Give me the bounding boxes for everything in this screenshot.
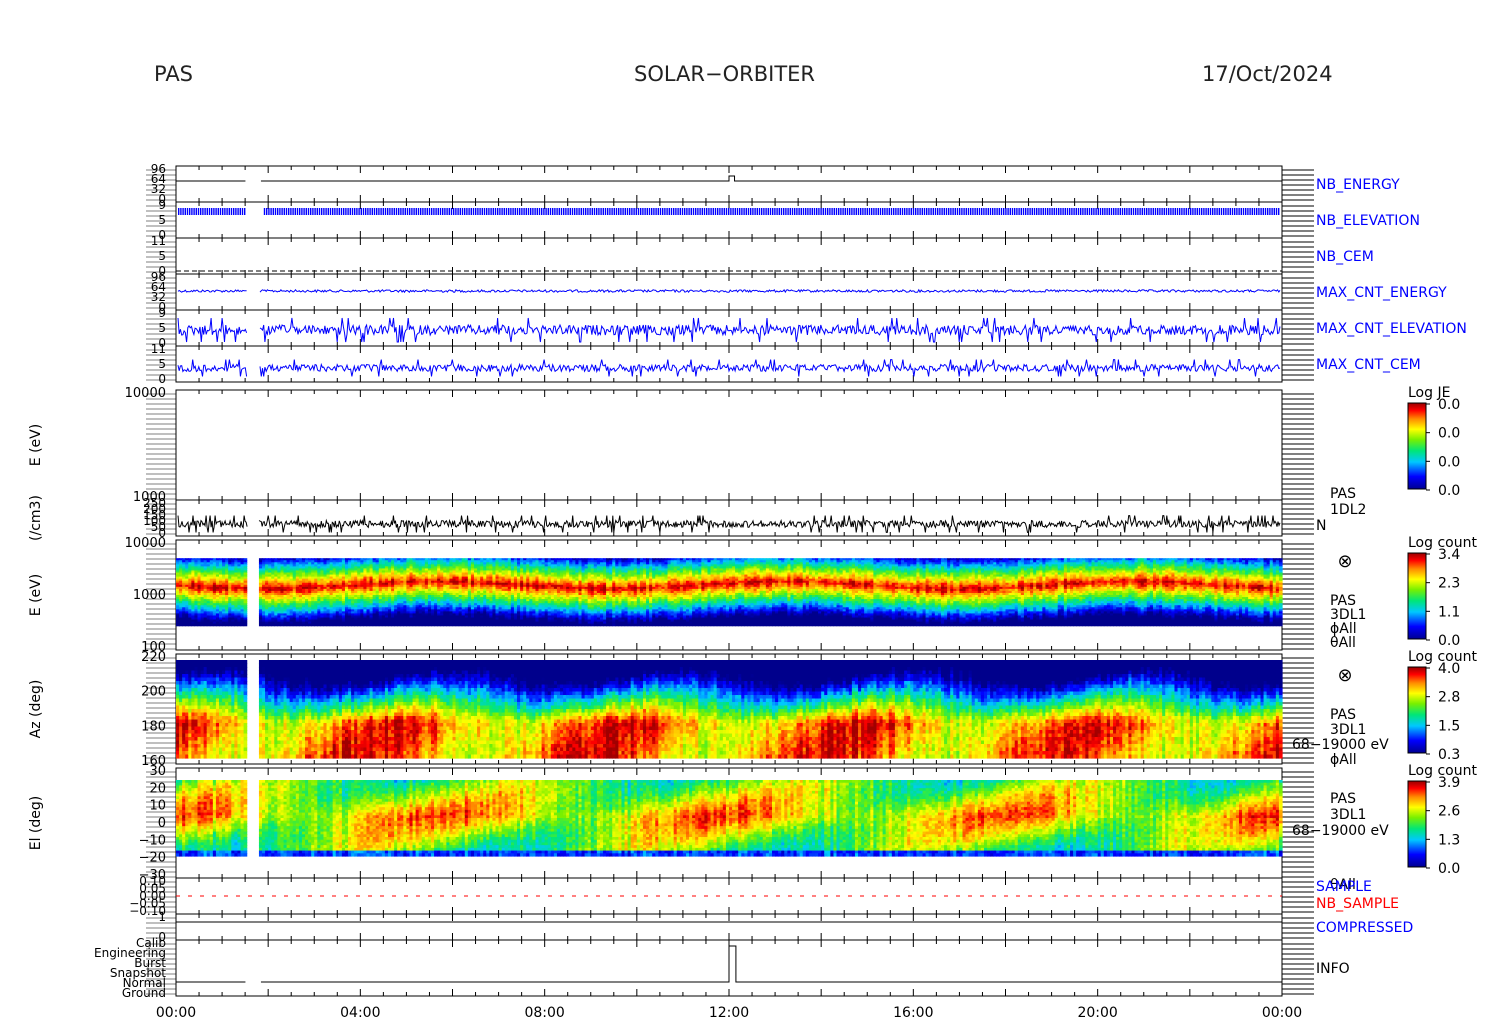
nb-cem-label: NB_CEM xyxy=(1316,249,1374,265)
azimuth-spectrogram-colorbar xyxy=(1408,667,1426,753)
azimuth-spectrogram-side-label: 3DL1 xyxy=(1330,722,1366,738)
info-ytick-label: Ground xyxy=(122,986,166,1000)
energy-spectrogram-side-label: θAll xyxy=(1330,635,1356,651)
x-tick-label: 00:00 xyxy=(1262,1005,1302,1020)
x-tick-label: 20:00 xyxy=(1077,1005,1117,1020)
elevation-spectrogram-ytick-label: −20 xyxy=(139,851,166,866)
max-cnt-elevation-ytick-label: 9 xyxy=(158,306,166,320)
nb-cem-ytick-label: 11 xyxy=(151,234,166,248)
x-tick-label: 04:00 xyxy=(340,1005,380,1020)
max-cnt-energy-trace xyxy=(178,290,1280,292)
max-cnt-cem-trace xyxy=(178,360,1280,377)
elevation-spectrogram-ytick-label: −10 xyxy=(139,833,166,848)
azimuth-spectrogram-side-label: ϕAll xyxy=(1330,752,1357,768)
elevation-spectrogram-colorbar-tick-label: 0.0 xyxy=(1438,861,1460,877)
x-tick-label: 08:00 xyxy=(524,1005,564,1020)
energy-empty-ytick-label: 10000 xyxy=(125,386,166,401)
max-cnt-cem-ytick-label: 0 xyxy=(158,372,166,386)
elevation-spectrogram-cells xyxy=(176,780,1283,857)
nb-elevation-ytick-label: 5 xyxy=(158,213,166,227)
energy-spectrogram-colorbar-tick-label: 3.4 xyxy=(1438,547,1460,563)
elevation-spectrogram-side-label: 68−19000 eV xyxy=(1292,823,1389,839)
elevation-spectrogram-side-label: PAS xyxy=(1330,791,1356,807)
nb-cem-ytick-label: 5 xyxy=(158,249,166,263)
compressed-ytick-label: 1 xyxy=(158,910,166,924)
azimuth-spectrogram-ytick-label: 180 xyxy=(141,719,166,734)
energy-empty-frame xyxy=(176,390,1282,500)
azimuth-spectrogram-ytick-label: 200 xyxy=(141,685,166,700)
elevation-spectrogram-side-label: 3DL1 xyxy=(1330,807,1366,823)
info-line xyxy=(176,946,1282,982)
nb-sample-label: NB_SAMPLE xyxy=(1316,896,1399,912)
compressed-label: COMPRESSED xyxy=(1316,920,1413,936)
azimuth-spectrogram-ytick-label: 220 xyxy=(141,650,166,665)
max-cnt-elevation-trace xyxy=(178,318,1280,342)
energy-empty-colorbar-tick-label: 0.0 xyxy=(1438,397,1460,413)
energy-empty-colorbar xyxy=(1408,403,1426,489)
azimuth-spectrogram-colorbar-tick-label: 2.8 xyxy=(1438,690,1460,706)
azimuth-spectrogram-cells xyxy=(176,660,1283,759)
energy-spectrogram-colorbar-tick-label: 2.3 xyxy=(1438,576,1460,592)
energy-empty-colorbar-tick-label: 0.0 xyxy=(1438,426,1460,442)
max-cnt-cem-label: MAX_CNT_CEM xyxy=(1316,357,1421,373)
azimuth-spectrogram-colorbar-tick-label: 4.0 xyxy=(1438,661,1460,677)
sample-label: SAMPLE xyxy=(1316,879,1372,895)
energy-spectrogram-colorbar xyxy=(1408,553,1426,639)
elevation-spectrogram-colorbar-tick-label: 2.6 xyxy=(1438,804,1460,820)
elevation-spectrogram-colorbar-tick-label: 3.9 xyxy=(1438,775,1460,791)
azimuth-spectrogram-symbol: ⊗ xyxy=(1337,665,1352,686)
elevation-spectrogram-ylabel: El (deg) xyxy=(28,796,44,851)
x-tick-label: 12:00 xyxy=(709,1005,749,1020)
energy-spectrogram-ylabel: E (eV) xyxy=(28,574,44,616)
energy-spectrogram-cells xyxy=(176,558,1283,626)
azimuth-spectrogram-ylabel: Az (deg) xyxy=(28,680,44,739)
density-ylabel: (/cm3) xyxy=(28,495,44,541)
max-cnt-cem-ytick-label: 5 xyxy=(158,357,166,371)
elevation-spectrogram-ytick-label: 30 xyxy=(149,764,166,779)
x-tick-label: 16:00 xyxy=(893,1005,933,1020)
elevation-spectrogram-colorbar-tick-label: 1.3 xyxy=(1438,832,1460,848)
density-side-label: 1DL2 xyxy=(1330,502,1366,518)
azimuth-spectrogram-colorbar-tick-label: 1.5 xyxy=(1438,718,1460,734)
elevation-spectrogram-ytick-label: 20 xyxy=(149,781,166,796)
nb-energy-label: NB_ENERGY xyxy=(1316,177,1400,193)
azimuth-spectrogram-colorbar-tick-label: 0.3 xyxy=(1438,747,1460,763)
energy-spectrogram-colorbar-tick-label: 1.1 xyxy=(1438,604,1460,620)
nb-energy-line xyxy=(261,176,1282,181)
energy-spectrogram-symbol: ⊗ xyxy=(1337,551,1352,572)
energy-empty-colorbar-tick-label: 0.0 xyxy=(1438,454,1460,470)
max-cnt-cem-ytick-label: 11 xyxy=(151,342,166,356)
energy-empty-colorbar-tick-label: 0.0 xyxy=(1438,483,1460,499)
max-cnt-elevation-ytick-label: 5 xyxy=(158,321,166,335)
elevation-spectrogram-ytick-label: 0 xyxy=(158,816,166,831)
nb-elevation-label: NB_ELEVATION xyxy=(1316,213,1420,229)
elevation-spectrogram-colorbar xyxy=(1408,781,1426,867)
density-side-label: N xyxy=(1316,518,1326,534)
elevation-spectrogram-ytick-label: 10 xyxy=(149,799,166,814)
density-side-label: PAS xyxy=(1330,486,1356,502)
azimuth-spectrogram-side-label: 68−19000 eV xyxy=(1292,737,1389,753)
info-label: INFO xyxy=(1316,961,1350,977)
nb-elevation-trace xyxy=(178,208,1279,215)
energy-spectrogram-ytick-label: 1000 xyxy=(133,588,166,603)
x-tick-label: 00:00 xyxy=(156,1005,196,1020)
energy-spectrogram-ytick-label: 10000 xyxy=(125,536,166,551)
energy-empty-ylabel: E (eV) xyxy=(28,424,44,466)
nb-elevation-ytick-label: 9 xyxy=(158,198,166,212)
azimuth-spectrogram-side-label: PAS xyxy=(1330,707,1356,723)
max-cnt-elevation-label: MAX_CNT_ELEVATION xyxy=(1316,321,1467,337)
chart: 9664320NB_ENERGY950NB_ELEVATION1150NB_CE… xyxy=(0,0,1512,1020)
energy-spectrogram-colorbar-tick-label: 0.0 xyxy=(1438,633,1460,649)
max-cnt-energy-label: MAX_CNT_ENERGY xyxy=(1316,285,1447,301)
